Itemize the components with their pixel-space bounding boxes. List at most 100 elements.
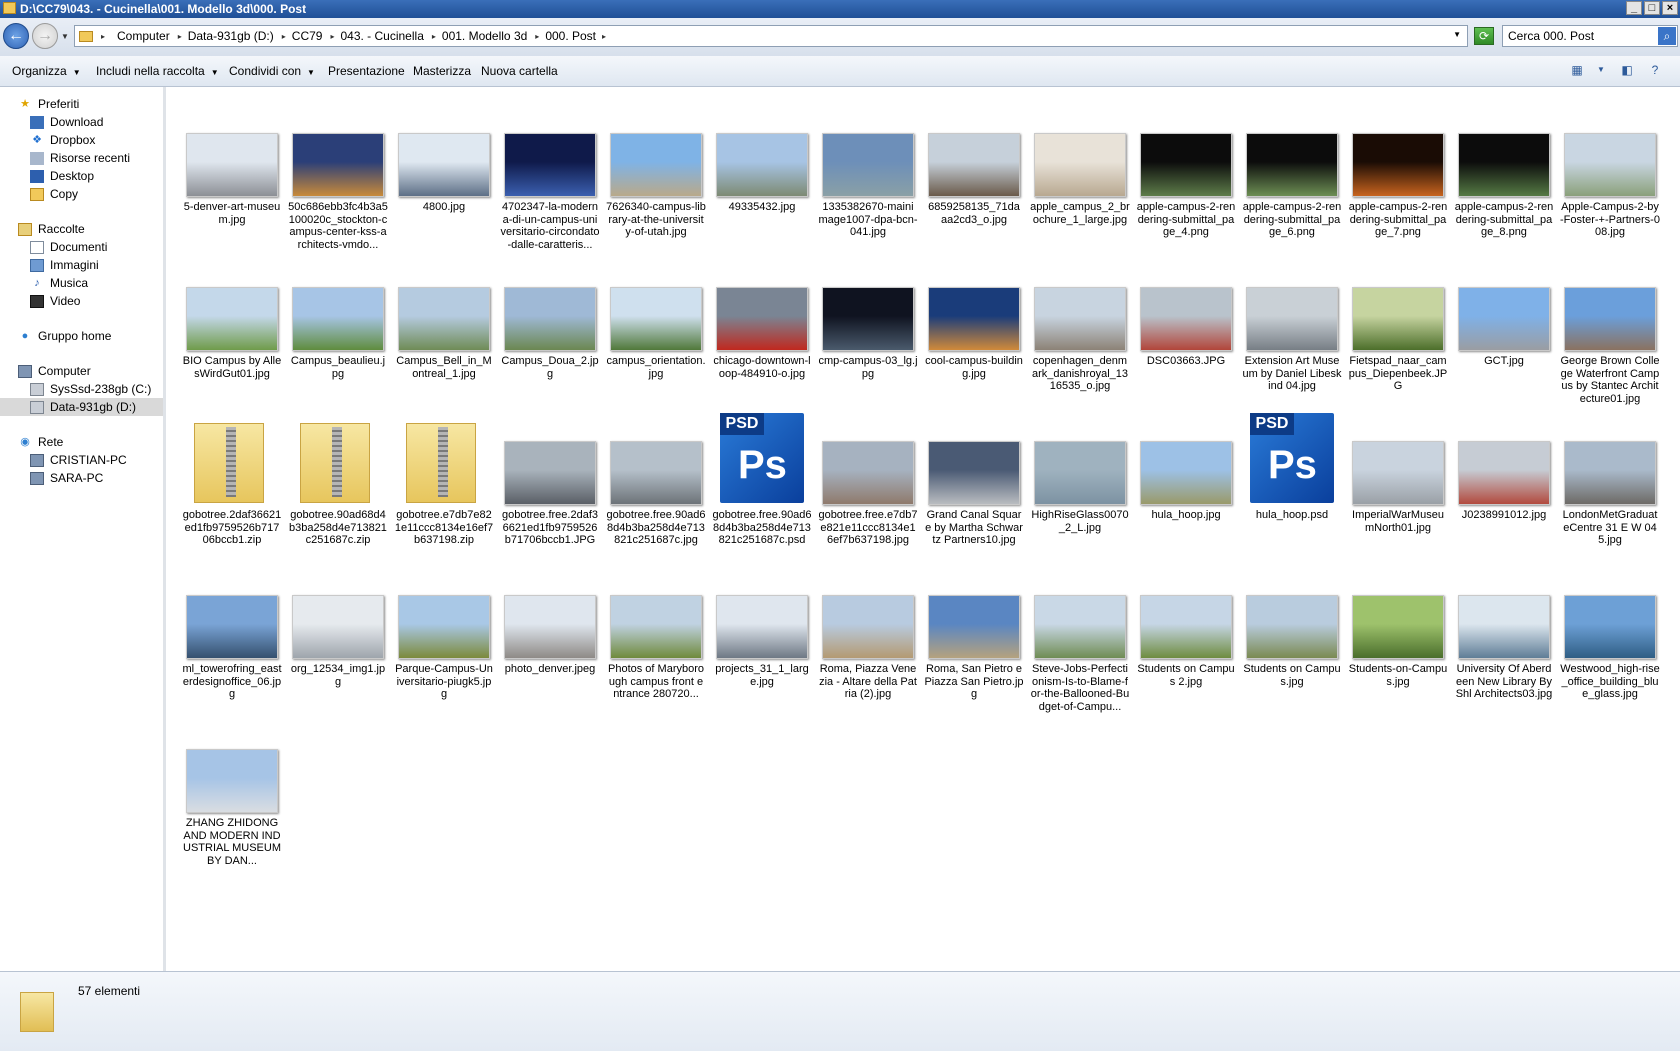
file-item[interactable]: Students on Campus.jpg	[1242, 565, 1342, 688]
file-item[interactable]: apple_campus_2_brochure_1_large.jpg	[1030, 103, 1130, 226]
search-input[interactable]: Cerca 000. Post ⌕	[1502, 25, 1678, 47]
file-item[interactable]: apple-campus-2-rendering-submittal_page_…	[1242, 103, 1342, 239]
maximize-button[interactable]: □	[1644, 1, 1660, 15]
nav-immagini[interactable]: Immagini	[30, 256, 99, 274]
forward-button[interactable]: →	[32, 23, 58, 49]
file-item[interactable]: Extension Art Museum by Daniel Libeskind…	[1242, 257, 1342, 393]
address-dropdown-icon[interactable]: ▼	[1453, 30, 1461, 39]
file-item[interactable]: gobotree.free.90ad68d4b3ba258d4e713821c2…	[606, 411, 706, 547]
nav-computer[interactable]: Computer	[18, 362, 91, 380]
file-item[interactable]: ml_towerofring_easterdesignoffice_06.jpg	[182, 565, 282, 701]
file-item[interactable]: gobotree.e7db7e821e11ccc8134e16ef7b63719…	[394, 411, 494, 547]
nav-copy[interactable]: Copy	[30, 185, 78, 203]
search-icon[interactable]: ⌕	[1658, 27, 1676, 45]
file-item[interactable]: Roma, Piazza Venezia - Altare della Patr…	[818, 565, 918, 701]
nuova-cartella-button[interactable]: Nuova cartella	[481, 64, 558, 78]
file-item[interactable]: ZHANG ZHIDONG AND MODERN INDUSTRIAL MUSE…	[182, 719, 282, 867]
file-item[interactable]: apple-campus-2-rendering-submittal_page_…	[1136, 103, 1236, 239]
file-item[interactable]: Westwood_high-rise_office_building_blue_…	[1560, 565, 1660, 701]
file-item[interactable]: 4702347-la-modern a-di-un-campus-univers…	[500, 103, 600, 251]
nav-gruppo-home[interactable]: ● Gruppo home	[18, 327, 112, 345]
file-item[interactable]: 1335382670-mainimage1007-dpa-bcn-041.jpg	[818, 103, 918, 239]
breadcrumb-cc79[interactable]: ▸ CC79	[280, 29, 323, 43]
view-options-icon[interactable]: ▦	[1568, 62, 1586, 78]
file-item[interactable]: Campus_Doua_2.jpg	[500, 257, 600, 380]
file-item[interactable]: Campus_Bell_in_Montreal_1.jpg	[394, 257, 494, 380]
file-item[interactable]: HighRiseGlass0070_2_L.jpg	[1030, 411, 1130, 534]
file-item[interactable]: gobotree.2daf36621ed1fb9759526b71706bccb…	[182, 411, 282, 547]
breadcrumb-cucinella[interactable]: ▸ 043. - Cucinella	[328, 29, 423, 43]
refresh-button[interactable]: ⟳	[1474, 27, 1494, 45]
file-item[interactable]: Apple-Campus-2-by-Foster-+-Partners-008.…	[1560, 103, 1660, 239]
nav-desktop[interactable]: Desktop	[30, 167, 94, 185]
file-item[interactable]: GCT.jpg	[1454, 257, 1554, 368]
includi-button[interactable]: Includi nella raccolta ▼	[96, 64, 219, 78]
back-button[interactable]: ←	[3, 23, 29, 49]
file-item[interactable]: Grand Canal Square by Martha Schwartz Pa…	[924, 411, 1024, 547]
file-item[interactable]: ImperialWarMuseumNorth01.jpg	[1348, 411, 1448, 534]
nav-video[interactable]: Video	[30, 292, 80, 310]
nav-preferiti[interactable]: ★ Preferiti	[18, 95, 79, 113]
nav-sara-pc[interactable]: SARA-PC	[30, 469, 103, 487]
preview-pane-icon[interactable]: ◧	[1618, 62, 1636, 78]
file-item[interactable]: Photos of Maryborough campus front entra…	[606, 565, 706, 701]
file-item[interactable]: Steve-Jobs-Perfectionism-Is-to-Blame-for…	[1030, 565, 1130, 713]
file-item[interactable]: apple-campus-2-rendering-submittal_page_…	[1348, 103, 1448, 239]
file-item[interactable]: cmp-campus-03_lg.jpg	[818, 257, 918, 380]
file-item[interactable]: gobotree.free.e7db7e821e11ccc8134e16ef7b…	[818, 411, 918, 547]
file-item[interactable]: org_12534_img1.jpg	[288, 565, 388, 688]
close-button[interactable]: ×	[1662, 1, 1678, 15]
file-item[interactable]: hula_hoop.jpg	[1136, 411, 1236, 522]
help-icon[interactable]: ?	[1646, 62, 1664, 78]
nav-dropbox[interactable]: ❖ Dropbox	[30, 131, 95, 149]
breadcrumb-root-chevron[interactable]: ▸	[99, 32, 111, 41]
file-item[interactable]: Parque-Campus-Universitario-piugk5.jpg	[394, 565, 494, 701]
nav-cristian-pc[interactable]: CRISTIAN-PC	[30, 451, 127, 469]
file-item[interactable]: cool-campus-building.jpg	[924, 257, 1024, 380]
file-item[interactable]: 50c686ebb3fc4b3a5100020c_stockton-campus…	[288, 103, 388, 251]
nav-documenti[interactable]: Documenti	[30, 238, 107, 256]
file-item[interactable]: gobotree.90ad68d4b3ba258d4e713821c251687…	[288, 411, 388, 547]
file-item[interactable]: BIO Campus by AllesWirdGut01.jpg	[182, 257, 282, 380]
file-item[interactable]: 7626340-campus-library-at-the-university…	[606, 103, 706, 239]
file-item[interactable]: 4800.jpg	[394, 103, 494, 214]
file-item[interactable]: University Of Aberdeen New Library By Sh…	[1454, 565, 1554, 701]
file-item[interactable]: Fietspad_naar_campus_Diepenbeek.JPG	[1348, 257, 1448, 393]
file-item[interactable]: Campus_beaulieu.jpg	[288, 257, 388, 380]
breadcrumb-computer[interactable]: Computer	[117, 29, 170, 43]
view-dropdown-icon[interactable]: ▼	[1592, 62, 1610, 78]
file-item[interactable]: LondonMetGraduateCentre 31 E W 045.jpg	[1560, 411, 1660, 547]
file-item[interactable]: PSD Ps gobotree.free.90ad68d4b3ba258d4e713…	[712, 411, 812, 547]
condividi-button[interactable]: Condividi con ▼	[229, 64, 315, 78]
presentazione-button[interactable]: Presentazione	[328, 64, 405, 78]
nav-download[interactable]: Download	[30, 113, 103, 131]
nav-raccolte[interactable]: Raccolte	[18, 220, 85, 238]
file-item[interactable]: apple-campus-2-rendering-submittal_page_…	[1454, 103, 1554, 239]
file-item[interactable]: 5-denver-art-museum.jpg	[182, 103, 282, 226]
file-item[interactable]: 49335432.jpg	[712, 103, 812, 214]
organizza-button[interactable]: Organizza ▼	[12, 64, 81, 78]
file-item[interactable]: campus_orientation.jpg	[606, 257, 706, 380]
nav-musica[interactable]: ♪ Musica	[30, 274, 88, 292]
file-item[interactable]: George Brown College Waterfront Campus b…	[1560, 257, 1660, 405]
file-item[interactable]: 6859258135_71da aa2cd3_o.jpg	[924, 103, 1024, 226]
file-item[interactable]: J0238991012.jpg	[1454, 411, 1554, 522]
file-item[interactable]: gobotree.free.2daf36621ed1fb9759526b7170…	[500, 411, 600, 547]
masterizza-button[interactable]: Masterizza	[413, 64, 471, 78]
nav-drive-c[interactable]: SysSsd-238gb (C:)	[30, 380, 151, 398]
nav-rete[interactable]: ◉ Rete	[18, 433, 63, 451]
file-item[interactable]: DSC03663.JPG	[1136, 257, 1236, 368]
file-item[interactable]: projects_31_1_large.jpg	[712, 565, 812, 688]
breadcrumb-post[interactable]: ▸ 000. Post ▸	[533, 29, 612, 43]
file-item[interactable]: Students on Campus 2.jpg	[1136, 565, 1236, 688]
address-bar[interactable]: ▸ Computer ▸ Data-931gb (D:) ▸ CC79 ▸ 043. …	[74, 25, 1468, 47]
file-item[interactable]: Roma, San Pietro e Piazza San Pietro.jpg	[924, 565, 1024, 701]
file-item[interactable]: PSD Ps hula_hoop.psd	[1242, 411, 1342, 522]
file-item[interactable]: Students-on-Campus.jpg	[1348, 565, 1448, 688]
minimize-button[interactable]: _	[1626, 1, 1642, 15]
nav-recenti[interactable]: Risorse recenti	[30, 149, 130, 167]
breadcrumb-drive[interactable]: ▸ Data-931gb (D:)	[176, 29, 274, 43]
nav-drive-d[interactable]: Data-931gb (D:)	[0, 398, 163, 416]
breadcrumb-modello[interactable]: ▸ 001. Modello 3d	[430, 29, 527, 43]
file-item[interactable]: chicago-downtown-loop-484910-o.jpg	[712, 257, 812, 380]
